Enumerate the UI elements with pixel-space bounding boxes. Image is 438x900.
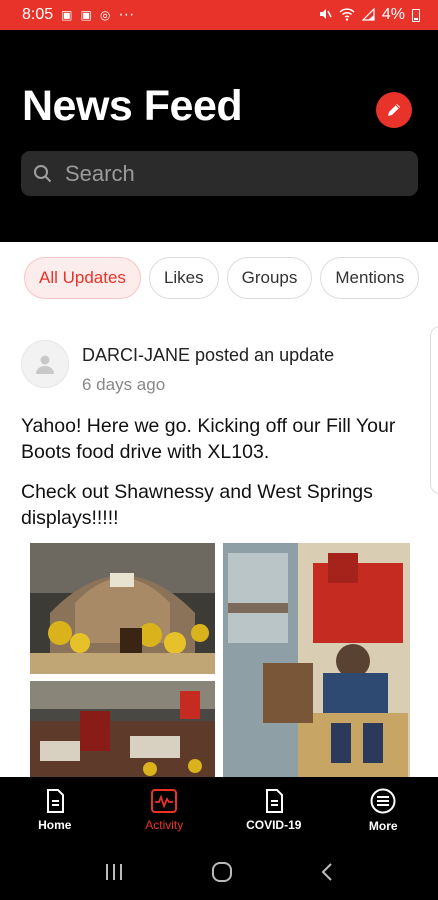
filter-chips: All Updates Likes Groups Mentions (24, 257, 420, 299)
search-bar[interactable] (21, 151, 418, 196)
teams-icon: ▣ (61, 8, 73, 22)
post-paragraph: Check out Shawnessy and West Springs dis… (21, 481, 373, 529)
teams-icon: ▣ (80, 8, 92, 22)
battery-percent: 4% (381, 6, 405, 23)
post-photo[interactable] (30, 681, 215, 777)
tab-covid-19-label: COVID-19 (246, 817, 302, 832)
compose-button[interactable] (376, 92, 412, 128)
document-icon (265, 788, 283, 813)
battery-icon (412, 8, 420, 22)
header (0, 30, 438, 242)
filter-likes[interactable]: Likes (148, 257, 219, 299)
post-author-line[interactable]: DARCI-JANE posted an update (82, 345, 334, 366)
page-title: News Feed (22, 82, 243, 130)
post-photo[interactable] (223, 543, 410, 777)
filter-groups[interactable]: Groups (226, 257, 313, 299)
side-panel-handle[interactable] (430, 326, 438, 494)
post-body: Yahoo! Here we go. Kicking off our Fill … (21, 413, 421, 545)
post-photo-grid (30, 543, 410, 777)
recents-icon[interactable] (104, 863, 124, 881)
signal-icon (361, 7, 375, 23)
home-icon[interactable] (211, 861, 233, 883)
person-icon (36, 355, 54, 374)
filter-mentions[interactable]: Mentions (320, 257, 420, 299)
tab-activity-label: Activity (145, 817, 184, 832)
search-icon (34, 164, 52, 182)
mute-icon (318, 7, 332, 23)
status-bar: 8:05 ▣ ▣ ◎ ··· 4% (0, 0, 438, 30)
wifi-icon (339, 7, 355, 23)
status-time: 8:05 (22, 6, 54, 23)
pencil-icon (388, 104, 400, 116)
menu-icon (370, 788, 396, 813)
tab-activity[interactable]: Activity (110, 777, 220, 843)
search-input[interactable] (65, 160, 385, 187)
tab-home-label: Home (38, 817, 72, 832)
post-timestamp: 6 days ago (82, 375, 166, 394)
more-notifications-indicator: ··· (118, 6, 135, 23)
system-nav-bar (0, 843, 438, 900)
avatar[interactable] (21, 340, 69, 388)
post-photo[interactable] (30, 543, 215, 674)
back-icon[interactable] (320, 862, 334, 882)
activity-icon (151, 788, 178, 813)
tab-home[interactable]: Home (0, 777, 110, 843)
tab-more[interactable]: More (329, 777, 438, 843)
document-icon (46, 788, 64, 813)
tab-covid-19[interactable]: COVID-19 (219, 777, 329, 843)
messenger-icon: ◎ (99, 8, 111, 22)
tab-more-label: More (368, 818, 398, 833)
filter-all-updates[interactable]: All Updates (24, 257, 141, 299)
post-paragraph: Yahoo! Here we go. Kicking off our Fill … (21, 415, 396, 463)
bottom-tab-bar: Home Activity COVID-19 More (0, 777, 438, 843)
